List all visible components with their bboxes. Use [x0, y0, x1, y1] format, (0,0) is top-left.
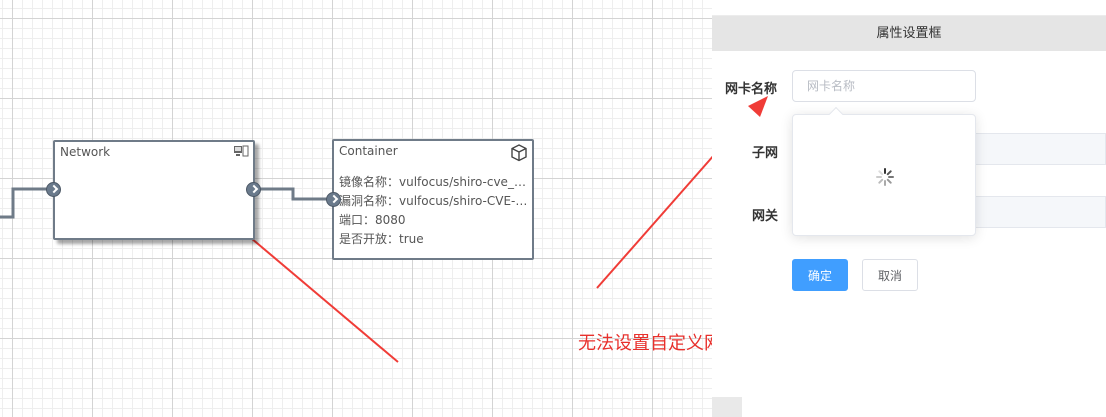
- attr-port: 端口：8080: [339, 213, 406, 227]
- container-node-title: Container: [339, 144, 398, 158]
- arrow-to-nic-field: [596, 155, 712, 289]
- panel-top-bar: [712, 0, 1106, 16]
- nic-suggestion-dropdown[interactable]: [792, 106, 976, 236]
- attr-vuln-name: 漏洞名称：vulfocus/shiro-CVE-2016-4437: [339, 194, 529, 208]
- network-output-port[interactable]: [246, 182, 261, 197]
- dropdown-arrow: [828, 106, 844, 122]
- cancel-button[interactable]: 取消: [862, 259, 918, 291]
- network-node-title: Network: [60, 145, 111, 159]
- loading-spinner-icon: [875, 167, 895, 191]
- attr-open: 是否开放：true: [339, 232, 424, 246]
- diagram-canvas[interactable]: Network Container 镜像名称：vulfocus/shiro-cv…: [0, 0, 740, 417]
- link-left-to-network: [0, 187, 47, 219]
- container-input-port[interactable]: [326, 192, 341, 207]
- network-icon: [233, 145, 249, 160]
- subnet-label: 子网: [752, 146, 779, 161]
- nic-name-label: 网卡名称: [725, 82, 778, 97]
- panel-corner-tab: [712, 397, 742, 417]
- gateway-label: 网关: [752, 209, 779, 224]
- container-attributes: 镜像名称：vulfocus/shiro-cve_2016_4437:latest…: [339, 173, 529, 249]
- network-input-port[interactable]: [46, 182, 61, 197]
- network-node[interactable]: Network: [53, 140, 255, 240]
- confirm-button[interactable]: 确定: [792, 259, 848, 291]
- attr-image-name: 镜像名称：vulfocus/shiro-cve_2016_4437:latest: [339, 175, 529, 189]
- cube-icon: [510, 144, 528, 165]
- panel-header: 属性设置框: [712, 16, 1106, 51]
- property-panel: 属性设置框 网卡名称 子网 网关 确定 取消: [712, 0, 1106, 417]
- container-node[interactable]: Container 镜像名称：vulfocus/shiro-cve_2016_4…: [332, 139, 534, 260]
- nic-name-input[interactable]: [792, 70, 976, 102]
- link-network-to-container: [255, 187, 327, 201]
